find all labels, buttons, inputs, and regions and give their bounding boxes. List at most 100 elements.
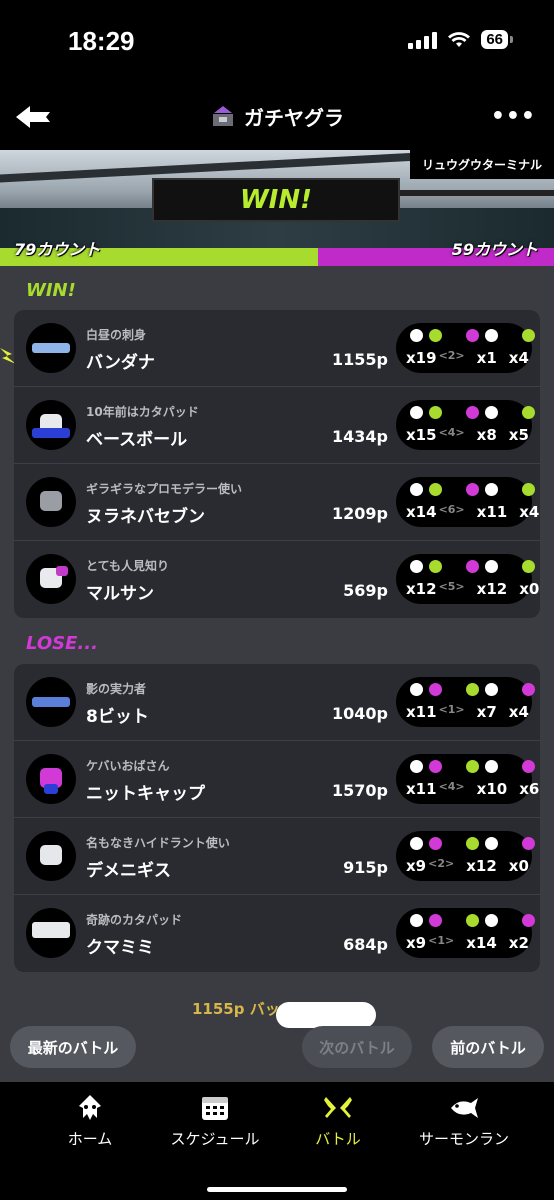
splat-icon — [429, 483, 442, 496]
player-row[interactable]: ギラギラなプロモデラー使い ヌラネバセブン 1209p x14 <6> x11 x4 — [14, 464, 540, 541]
special-icon — [522, 760, 535, 773]
death-icon — [466, 837, 479, 850]
tab-schedule[interactable]: スケジュール — [155, 1094, 275, 1149]
weapon-icon — [26, 831, 76, 881]
player-points: 915p — [343, 858, 388, 877]
death-icon — [466, 329, 479, 342]
weapon-icon — [26, 554, 76, 604]
weapon-icon — [26, 477, 76, 527]
tab-home-label: ホーム — [67, 1130, 113, 1148]
death-count: x8 — [476, 426, 497, 444]
player-title: ギラギラなプロモデラー使い — [86, 482, 243, 496]
player-title: 名もなきハイドラント使い — [86, 836, 230, 850]
kill-count: x19 — [406, 349, 437, 367]
player-name: デメニギス — [86, 861, 171, 881]
squid-icon — [79, 1095, 101, 1120]
kill-icon — [410, 483, 423, 496]
special-count: x4 — [508, 349, 529, 367]
assist-count: <2> — [438, 349, 465, 362]
death-icon — [485, 329, 498, 342]
player-title: とても人見知り — [86, 559, 170, 573]
battle-detail[interactable]: WIN! 白昼の刺身 バンダナ 1155p x19 <2> x1 x4 10年前はカタ… — [0, 266, 554, 1016]
header-title-wrap: ガチヤグラ — [0, 102, 554, 131]
kill-icon — [410, 837, 423, 850]
kill-count: x12 — [406, 580, 437, 598]
stats-pill: x9 <2> x12 x0 — [396, 831, 535, 881]
stats-pill: x9 <1> x14 x2 — [396, 908, 535, 958]
player-points: 1155p — [332, 350, 388, 369]
death-count: x14 — [466, 934, 497, 952]
kill-count: x15 — [406, 426, 437, 444]
tab-salmon-run[interactable]: サーモンラン — [404, 1094, 524, 1149]
special-icon — [522, 683, 535, 696]
latest-battle-button[interactable]: 最新のバトル — [10, 1026, 136, 1068]
assist-count: <1> — [428, 934, 455, 947]
player-points: 684p — [343, 935, 388, 954]
weapon-icon — [26, 908, 76, 958]
next-battle-button[interactable]: 次のバトル — [302, 1026, 412, 1068]
weapon-icon — [26, 400, 76, 450]
previous-battle-button[interactable]: 前のバトル — [432, 1026, 544, 1068]
kill-icon — [410, 914, 423, 927]
special-count: x0 — [508, 857, 529, 875]
death-icon — [466, 683, 479, 696]
kill-icon — [410, 406, 423, 419]
signal-icon — [408, 31, 438, 49]
app-header: ガチヤグラ ••• — [0, 86, 554, 150]
player-name: クマミミ — [86, 938, 154, 958]
player-row[interactable]: 奇跡のカタパッド クマミミ 684p x9 <1> x14 x2 — [14, 895, 540, 972]
splat-icon — [429, 760, 442, 773]
death-count: x7 — [476, 703, 497, 721]
kill-count: x11 — [406, 780, 437, 798]
death-icon — [466, 483, 479, 496]
special-icon — [522, 329, 535, 342]
player-row[interactable]: 白昼の刺身 バンダナ 1155p x19 <2> x1 x4 — [14, 310, 540, 387]
assist-count: <4> — [438, 426, 465, 439]
status-bar: 18:29 66 — [0, 0, 554, 86]
splat-icon — [429, 560, 442, 573]
player-title: 奇跡のカタパッド — [86, 913, 183, 927]
player-row[interactable]: とても人見知り マルサン 569p x12 <5> x12 x0 — [14, 541, 540, 618]
death-icon — [485, 483, 498, 496]
stats-pill: x11 <1> x7 x4 — [396, 677, 535, 727]
wifi-icon — [448, 31, 471, 47]
player-points: 1570p — [332, 781, 388, 800]
lose-team-card: 影の実力者 8ビット 1040p x11 <1> x7 x4 ケバいおばさん ニットキ… — [14, 664, 540, 972]
player-row[interactable]: ケバいおばさん ニットキャップ 1570p x11 <4> x10 x6 — [14, 741, 540, 818]
special-count: x5 — [508, 426, 529, 444]
splat-icon — [429, 914, 442, 927]
battery-indicator: 66 — [481, 30, 513, 49]
weapon-icon — [26, 677, 76, 727]
tab-battle-label: バトル — [315, 1130, 361, 1148]
death-icon — [466, 760, 479, 773]
death-icon — [466, 560, 479, 573]
death-count: x10 — [476, 780, 508, 798]
player-row[interactable]: 10年前はカタパッド ベースボール 1434p x15 <4> x8 x5 — [14, 387, 540, 464]
special-icon — [522, 560, 535, 573]
status-icons: 66 — [408, 30, 513, 49]
player-row[interactable]: 影の実力者 8ビット 1040p x11 <1> x7 x4 — [14, 664, 540, 741]
player-row[interactable]: 名もなきハイドラント使い デメニギス 915p x9 <2> x12 x0 — [14, 818, 540, 895]
kill-count: x9 — [406, 857, 427, 875]
player-points: 569p — [343, 581, 388, 600]
more-options-button[interactable]: ••• — [491, 104, 536, 129]
tab-battle[interactable]: バトル — [278, 1094, 398, 1149]
special-icon — [522, 837, 535, 850]
player-points: 1040p — [332, 704, 388, 723]
special-count: x4 — [508, 703, 529, 721]
player-title: 10年前はカタパッド — [86, 405, 199, 419]
win-section-label: WIN! — [26, 280, 76, 301]
death-count: x12 — [466, 857, 497, 875]
player-title: 白昼の刺身 — [86, 328, 147, 342]
stats-pill: x15 <4> x8 x5 — [396, 400, 535, 450]
weapon-icon — [26, 754, 76, 804]
kill-count: x11 — [406, 703, 437, 721]
special-icon — [522, 483, 535, 496]
special-count: x0 — [519, 580, 540, 598]
win-team-card: 白昼の刺身 バンダナ 1155p x19 <2> x1 x4 10年前はカタパッド ベ… — [14, 310, 540, 618]
death-icon — [485, 760, 498, 773]
player-name: バンダナ — [86, 353, 155, 373]
tab-home[interactable]: ホーム — [30, 1094, 150, 1149]
kill-icon — [410, 329, 423, 342]
player-name: マルサン — [86, 584, 154, 604]
